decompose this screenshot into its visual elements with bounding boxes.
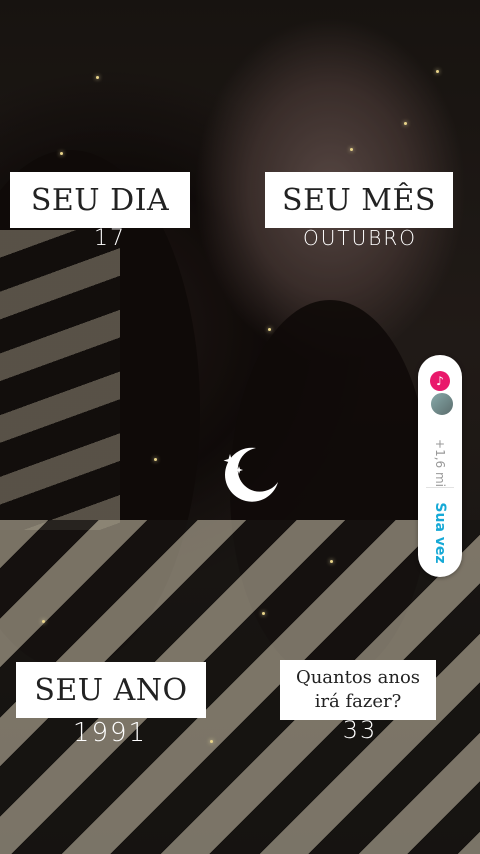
day-label: SEU DIA <box>10 172 190 228</box>
sparkle <box>96 76 99 79</box>
sparkle <box>210 740 213 743</box>
sparkle <box>268 328 271 331</box>
participant-avatar <box>429 391 455 417</box>
add-yours-sticker[interactable]: ♪ +1,6 mi Sua vez <box>418 355 462 577</box>
sparkle <box>42 620 45 623</box>
year-value: 1991 <box>72 718 148 748</box>
music-note-icon: ♪ <box>430 371 450 391</box>
pill-divider <box>426 487 454 488</box>
sparkle <box>262 612 265 615</box>
sparkle <box>60 152 63 155</box>
sparkle <box>436 70 439 73</box>
sparkle <box>154 458 157 461</box>
age-answer: 33 <box>342 716 378 744</box>
moon-stars-icon <box>223 447 278 502</box>
sparkle <box>404 122 407 125</box>
participant-count: +1,6 mi <box>433 439 447 487</box>
age-question-label: Quantos anos irá fazer? <box>280 660 436 720</box>
month-label: SEU MÊS <box>265 172 453 228</box>
your-turn-button[interactable]: Sua vez <box>432 502 448 563</box>
year-label: SEU ANO <box>16 662 206 718</box>
sparkle <box>350 148 353 151</box>
story-background-photo: SEU DIA 17 SEU MÊS OUTUBRO ♪ +1,6 mi Sua… <box>0 0 480 854</box>
sparkle <box>330 560 333 563</box>
month-value: OUTUBRO <box>303 226 417 250</box>
day-value: 17 <box>94 226 126 251</box>
